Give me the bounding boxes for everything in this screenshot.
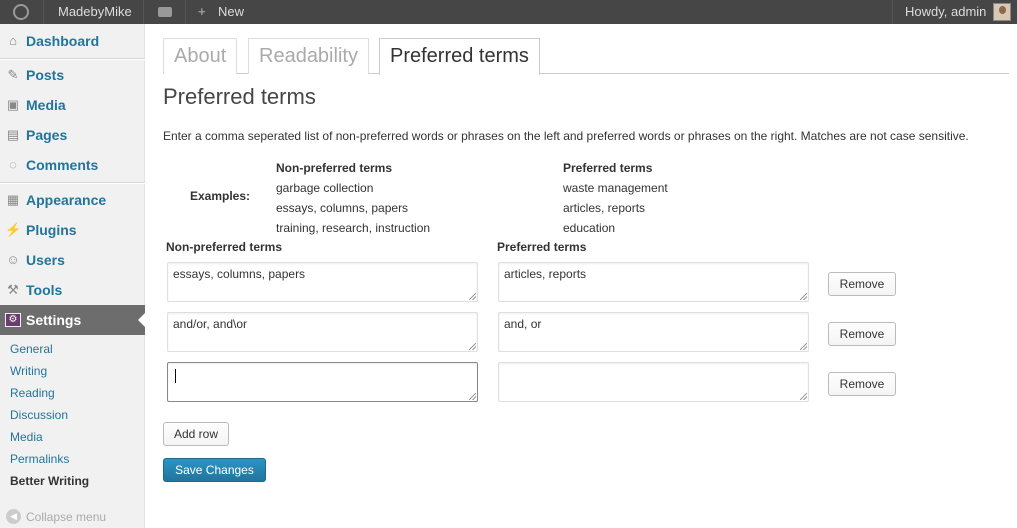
- submenu-general[interactable]: General: [10, 338, 53, 360]
- menu-label: Users: [26, 252, 65, 268]
- non-preferred-textarea[interactable]: and/or, and\or: [167, 312, 478, 352]
- menu-label: Comments: [26, 157, 99, 173]
- comment-icon: ◌: [9, 157, 17, 172]
- example-non-preferred-item: training, research, instruction: [276, 221, 431, 235]
- wordpress-logo-icon: [13, 4, 29, 20]
- tab-about[interactable]: About: [163, 38, 238, 74]
- wp-logo-menu[interactable]: [0, 0, 44, 24]
- textarea-value: essays, columns, papers: [173, 267, 306, 281]
- menu-plugins[interactable]: ⚡ Plugins: [0, 215, 145, 245]
- remove-row-button[interactable]: Remove: [828, 322, 896, 346]
- non-preferred-column-header: Non-preferred terms: [166, 240, 283, 254]
- examples-preferred: Preferred terms waste management article…: [563, 158, 668, 238]
- resize-grip-icon[interactable]: [800, 343, 807, 350]
- plugin-icon: ⚡: [5, 222, 22, 237]
- tab-readability[interactable]: Readability: [248, 38, 369, 74]
- appearance-icon: ▦: [6, 192, 20, 207]
- tools-icon: ⚒: [7, 282, 19, 297]
- admin-bar: MadebyMike + New Howdy, admin: [0, 0, 1017, 24]
- menu-tools[interactable]: ⚒ Tools: [0, 275, 145, 305]
- menu-comments[interactable]: ◌ Comments: [0, 150, 145, 180]
- preferred-textarea[interactable]: [498, 362, 809, 402]
- text-caret: [175, 369, 176, 383]
- submenu-reading[interactable]: Reading: [10, 382, 55, 404]
- examples-non-preferred: Non-preferred terms garbage collection e…: [276, 158, 430, 238]
- users-icon: ☺: [6, 252, 20, 267]
- pin-icon: ✎: [7, 67, 19, 82]
- tab-preferred-terms[interactable]: Preferred terms: [379, 38, 540, 75]
- plus-icon: +: [198, 4, 206, 19]
- preferred-textarea[interactable]: articles, reports: [498, 262, 809, 302]
- textarea-value: and/or, and\or: [173, 317, 248, 331]
- textarea-value: articles, reports: [504, 267, 587, 281]
- submenu-permalinks[interactable]: Permalinks: [10, 448, 69, 470]
- submenu-better-writing[interactable]: Better Writing: [10, 470, 89, 492]
- preferred-column-header: Preferred terms: [497, 240, 587, 254]
- preferred-textarea[interactable]: and, or: [498, 312, 809, 352]
- page-description: Enter a comma seperated list of non-pref…: [163, 129, 969, 143]
- comment-bubble-icon: [158, 7, 172, 17]
- new-label: New: [218, 4, 245, 19]
- my-account-menu[interactable]: Howdy, admin: [892, 0, 1017, 24]
- remove-row-button[interactable]: Remove: [828, 372, 896, 396]
- menu-pages[interactable]: ▤ Pages: [0, 120, 145, 150]
- resize-grip-icon[interactable]: [800, 393, 807, 400]
- submenu-writing[interactable]: Writing: [10, 360, 47, 382]
- examples-non-preferred-header: Non-preferred terms: [276, 161, 393, 175]
- home-icon: ⌂: [9, 33, 17, 48]
- example-non-preferred-item: essays, columns, papers: [276, 201, 409, 215]
- active-menu-arrow: [138, 312, 146, 328]
- example-preferred-item: education: [563, 221, 616, 235]
- menu-label: Settings: [26, 312, 82, 328]
- menu-label: Plugins: [26, 222, 77, 238]
- menu-settings[interactable]: ⚙ Settings: [0, 305, 146, 335]
- add-row-button[interactable]: Add row: [163, 422, 229, 446]
- collapse-arrow-icon: ◀: [6, 509, 21, 524]
- site-name-link[interactable]: MadebyMike: [44, 0, 144, 24]
- settings-icon: ⚙: [5, 313, 21, 327]
- menu-dashboard[interactable]: ⌂ Dashboard: [0, 26, 145, 56]
- new-content-menu[interactable]: + New: [186, 0, 256, 24]
- page-title: Preferred terms: [163, 84, 316, 109]
- menu-posts[interactable]: ✎ Posts: [0, 60, 145, 90]
- resize-grip-icon[interactable]: [800, 293, 807, 300]
- menu-users[interactable]: ☺ Users: [0, 245, 145, 275]
- menu-label: Tools: [26, 282, 63, 298]
- save-changes-button[interactable]: Save Changes: [163, 458, 266, 482]
- menu-label: Dashboard: [26, 33, 100, 49]
- menu-appearance[interactable]: ▦ Appearance: [0, 185, 145, 215]
- resize-grip-icon[interactable]: [469, 393, 476, 400]
- menu-label: Pages: [26, 127, 68, 143]
- resize-grip-icon[interactable]: [469, 293, 476, 300]
- comments-link[interactable]: [144, 0, 186, 24]
- remove-row-button[interactable]: Remove: [828, 272, 896, 296]
- collapse-label: Collapse menu: [26, 510, 107, 524]
- menu-label: Appearance: [26, 192, 107, 208]
- example-preferred-item: articles, reports: [563, 201, 646, 215]
- textarea-value: and, or: [504, 317, 542, 331]
- example-non-preferred-item: garbage collection: [276, 181, 374, 195]
- media-icon: ▣: [6, 97, 20, 112]
- non-preferred-textarea[interactable]: [167, 362, 478, 402]
- pages-icon: ▤: [6, 127, 20, 142]
- howdy-text: Howdy, admin: [905, 4, 987, 19]
- menu-separator: [0, 182, 145, 184]
- menu-label: Posts: [26, 67, 65, 83]
- avatar: [993, 3, 1011, 21]
- admin-sidebar: ⌂ Dashboard ✎ Posts ▣ Media ▤ Pages ◌ Co…: [0, 24, 146, 528]
- collapse-menu-button[interactable]: ◀ Collapse menu: [6, 508, 106, 526]
- tab-bar: About Readability Preferred terms: [163, 38, 1009, 75]
- resize-grip-icon[interactable]: [469, 343, 476, 350]
- menu-media[interactable]: ▣ Media: [0, 90, 145, 120]
- menu-label: Media: [26, 97, 66, 113]
- non-preferred-textarea[interactable]: essays, columns, papers: [167, 262, 478, 302]
- examples-preferred-header: Preferred terms: [563, 161, 653, 175]
- submenu-media[interactable]: Media: [10, 426, 43, 448]
- example-preferred-item: waste management: [563, 181, 668, 195]
- examples-label: Examples:: [190, 189, 251, 203]
- main-content: About Readability Preferred terms Prefer…: [163, 24, 1011, 528]
- submenu-discussion[interactable]: Discussion: [10, 404, 68, 426]
